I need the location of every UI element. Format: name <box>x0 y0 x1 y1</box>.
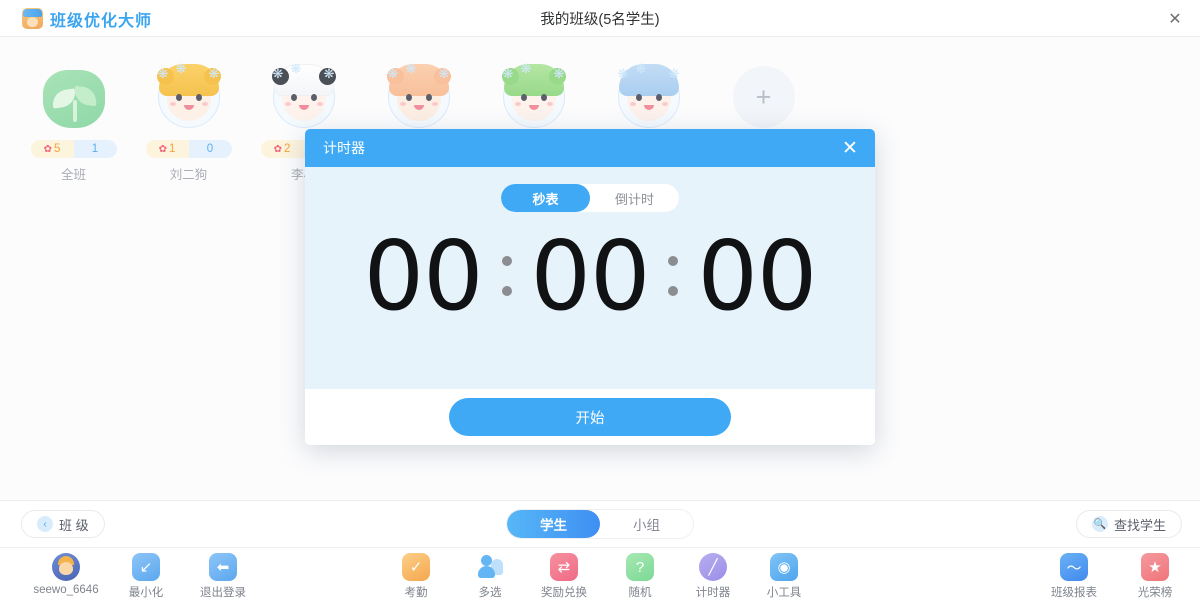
close-icon[interactable]: ✕ <box>837 135 863 161</box>
bottom-toolbar: seewo_6646 ↙ 最小化 ⬅ 退出登录 ✓ 考勤 多选 ⇄ 奖励兑换 ?… <box>0 547 1200 600</box>
toolbox-icon: ◉ <box>770 553 798 581</box>
tab-students[interactable]: 学生 <box>507 510 600 538</box>
toolbar-label: 奖励兑换 <box>541 587 587 599</box>
dialog-footer: 开始 <box>305 389 875 445</box>
timer-mode-tabs: 秒表 倒计时 <box>501 184 679 212</box>
timer-dialog: 计时器 ✕ 秒表 倒计时 00 00 00 开始 <box>305 129 875 445</box>
tab-countdown[interactable]: 倒计时 <box>590 184 679 212</box>
search-icon: 🔍 <box>1091 516 1108 532</box>
toolbar-label: 多选 <box>478 587 502 599</box>
start-button[interactable]: 开始 <box>449 398 731 436</box>
toolbar-label: 光荣榜 <box>1137 587 1173 599</box>
toolbar-item-minimize[interactable]: ↙ 最小化 <box>110 553 182 600</box>
toolbar-label: 计时器 <box>695 587 731 599</box>
timer-minutes: 00 <box>530 222 651 332</box>
chart-icon: 〜 <box>1060 553 1088 581</box>
toolbar-label: 考勤 <box>404 587 428 599</box>
question-icon: ? <box>626 553 654 581</box>
toolbar-label: 小工具 <box>766 587 802 599</box>
user-avatar-icon <box>52 553 80 581</box>
dialog-header: 计时器 ✕ <box>305 129 875 167</box>
timer-display: 00 00 00 <box>363 222 818 332</box>
find-student-button[interactable]: 🔍 查找学生 <box>1075 510 1182 538</box>
timer-icon: ╱ <box>699 553 727 581</box>
timer-hours: 00 <box>363 222 484 332</box>
gift-icon: ⇄ <box>550 553 578 581</box>
toolbar-item-reward[interactable]: ⇄ 奖励兑换 <box>528 553 600 600</box>
toolbar-label: 退出登录 <box>200 587 246 599</box>
view-mode-tabs: 学生 小组 <box>506 509 694 539</box>
timer-seconds: 00 <box>697 222 817 332</box>
chevron-left-icon: ‹ <box>37 516 53 532</box>
find-student-label: 查找学生 <box>1113 517 1166 533</box>
toolbar-item-multiselect[interactable]: 多选 <box>454 553 526 600</box>
class-button-label: 班 级 <box>59 517 89 533</box>
colon-separator-icon <box>649 248 697 308</box>
toolbar-label: 班级报表 <box>1051 587 1097 599</box>
toolbar-item-account[interactable]: seewo_6646 <box>30 553 102 596</box>
colon-separator-icon <box>483 248 531 308</box>
minimize-icon: ↙ <box>132 553 160 581</box>
sub-toolbar: ‹ 班 级 学生 小组 🔍 查找学生 <box>0 500 1200 547</box>
toolbar-item-random[interactable]: ? 随机 <box>604 553 676 600</box>
toolbar-label: seewo_6646 <box>33 584 99 596</box>
toolbar-label: 最小化 <box>128 587 164 599</box>
logout-icon: ⬅ <box>209 553 237 581</box>
app-window: 班级优化大师 我的班级(5名学生) ✕ ✿ 5 1 全班 ❋ ❋ ❋ ✿ 1 0… <box>0 0 1200 600</box>
star-badge-icon: ★ <box>1141 553 1169 581</box>
dialog-title: 计时器 <box>323 140 365 156</box>
toolbar-item-logout[interactable]: ⬅ 退出登录 <box>187 553 259 600</box>
toolbar-item-honor[interactable]: ★ 光荣榜 <box>1119 553 1191 600</box>
dialog-body: 秒表 倒计时 00 00 00 <box>305 167 875 389</box>
toolbar-item-tools[interactable]: ◉ 小工具 <box>748 553 820 600</box>
toolbar-label: 随机 <box>628 587 652 599</box>
toolbar-item-timer[interactable]: ╱ 计时器 <box>677 553 749 600</box>
toolbar-item-report[interactable]: 〜 班级报表 <box>1038 553 1110 600</box>
tab-groups[interactable]: 小组 <box>600 510 693 538</box>
tab-stopwatch[interactable]: 秒表 <box>501 184 590 212</box>
class-button[interactable]: ‹ 班 级 <box>21 510 105 538</box>
multi-select-icon <box>476 553 504 581</box>
check-icon: ✓ <box>402 553 430 581</box>
toolbar-item-attendance[interactable]: ✓ 考勤 <box>380 553 452 600</box>
